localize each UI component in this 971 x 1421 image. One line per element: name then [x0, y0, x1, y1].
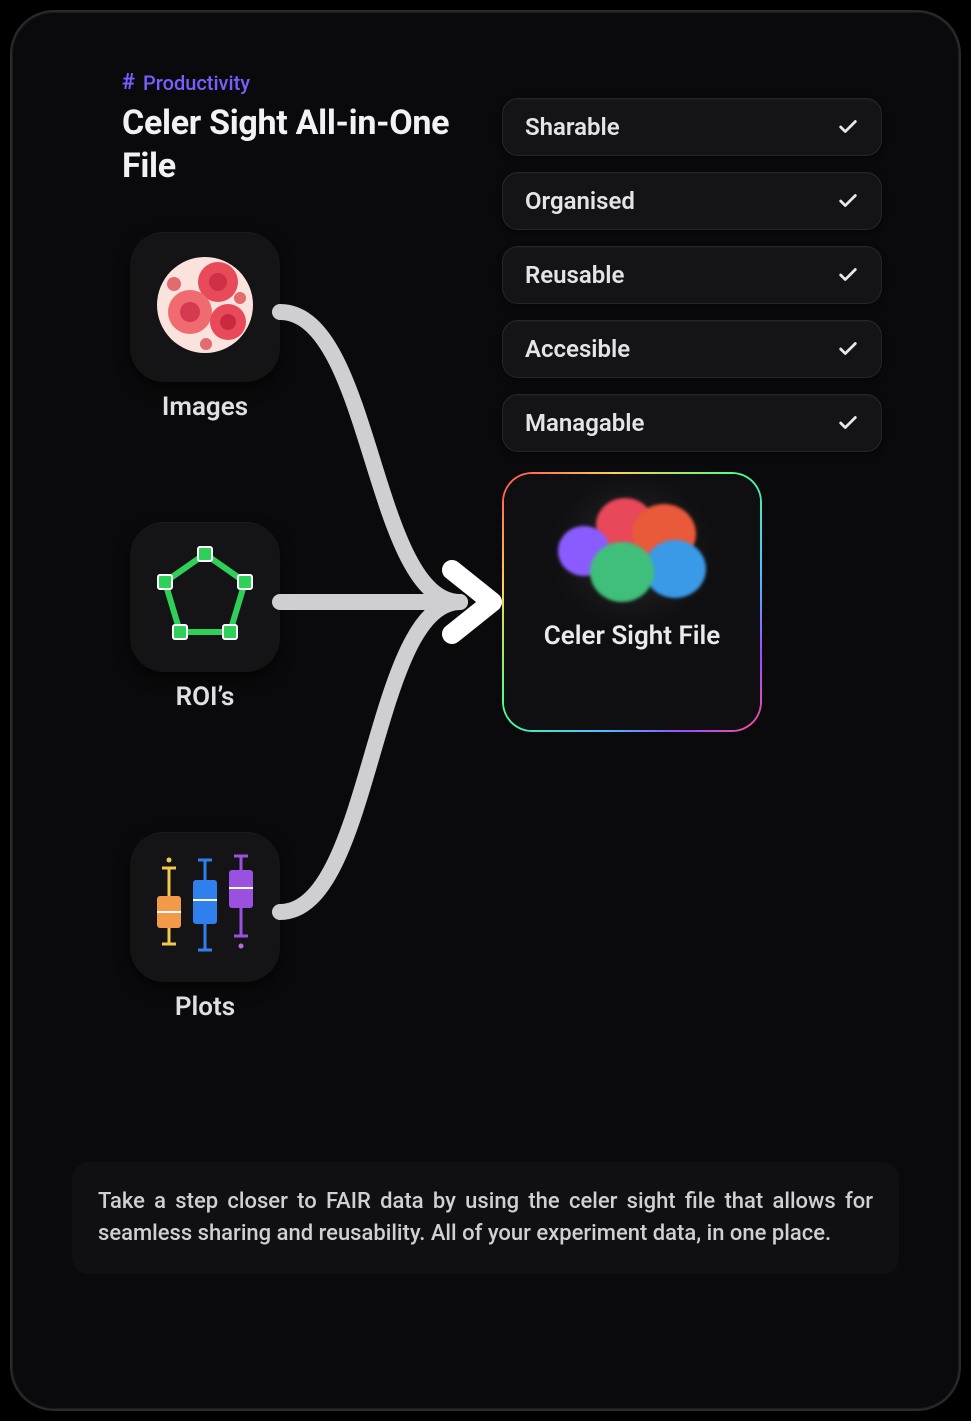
source-tile-rois	[130, 522, 280, 672]
hash-icon: #	[122, 70, 135, 95]
feature-item: Reusable	[502, 246, 882, 304]
target-label: Celer Sight File	[542, 620, 722, 653]
source-label-images: Images	[130, 392, 280, 422]
feature-item: Sharable	[502, 98, 882, 156]
boxplot-icon	[145, 850, 265, 964]
feature-label: Managable	[525, 409, 644, 437]
cells-icon	[150, 250, 260, 364]
footer-description: Take a step closer to FAIR data by using…	[72, 1162, 899, 1274]
check-icon	[837, 190, 859, 212]
arrow-right-icon	[452, 570, 492, 634]
source-tile-plots	[130, 832, 280, 982]
category-tag: # Productivity	[122, 70, 250, 95]
feature-label: Reusable	[525, 261, 624, 289]
check-icon	[837, 338, 859, 360]
category-label: Productivity	[143, 71, 250, 95]
feature-item: Organised	[502, 172, 882, 230]
feature-list: Sharable Organised Reusable Accesible Ma…	[502, 98, 882, 452]
check-icon	[837, 412, 859, 434]
feature-item: Accesible	[502, 320, 882, 378]
check-icon	[837, 116, 859, 138]
target-card: Celer Sight File	[502, 472, 762, 732]
feature-item: Managable	[502, 394, 882, 452]
feature-label: Organised	[525, 187, 635, 215]
source-label-plots: Plots	[130, 992, 280, 1022]
color-blob-icon	[552, 496, 712, 606]
feature-label: Accesible	[525, 335, 630, 363]
source-label-rois: ROI’s	[130, 682, 280, 712]
card-frame: # Productivity Celer Sight All-in-One Fi…	[10, 10, 961, 1411]
source-tile-images	[130, 232, 280, 382]
polygon-icon	[150, 540, 260, 654]
check-icon	[837, 264, 859, 286]
page-title: Celer Sight All-in-One File	[122, 102, 482, 187]
feature-label: Sharable	[525, 113, 620, 141]
